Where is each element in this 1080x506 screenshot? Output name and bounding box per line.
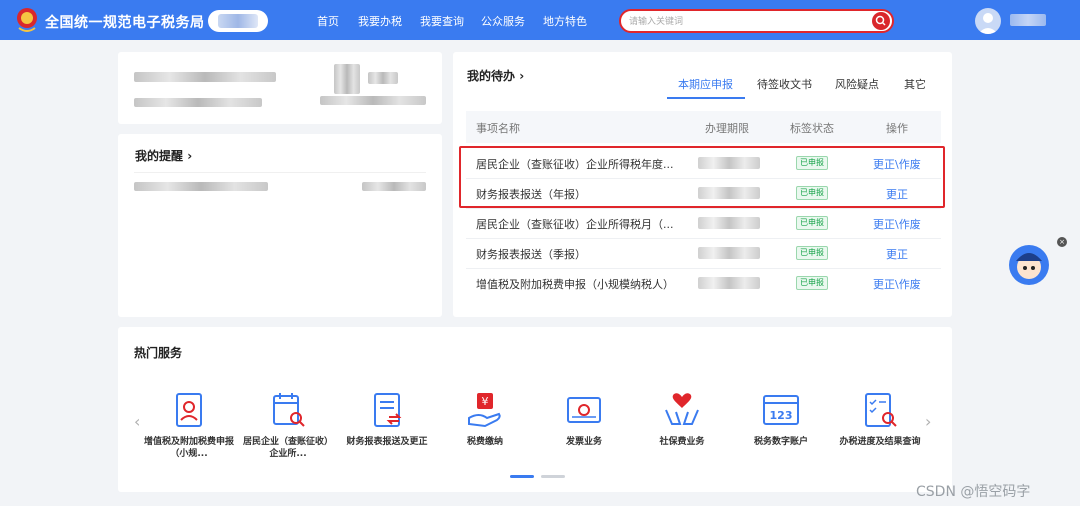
progress-query-icon: [865, 393, 897, 427]
search-icon: [875, 15, 886, 26]
reminder-item-masked: [134, 182, 268, 191]
column-header: 标签状态: [790, 122, 834, 135]
region-switcher[interactable]: [208, 10, 268, 32]
tax-payment-icon: ¥: [468, 393, 501, 428]
profile-card: [118, 52, 442, 124]
chevron-right-icon: ›: [519, 69, 525, 83]
social-security-icon: [665, 393, 699, 425]
app-title: 全国统一规范电子税务局: [45, 15, 205, 31]
search-button[interactable]: [872, 12, 890, 30]
tab-current-declaration[interactable]: 本期应申报: [678, 76, 733, 92]
column-header: 办理期限: [705, 122, 749, 135]
column-header: 事项名称: [476, 122, 520, 135]
user-icon: [978, 13, 998, 34]
carousel-dot[interactable]: [541, 475, 565, 478]
report-exchange-icon: [374, 393, 402, 427]
chevron-right-icon: ›: [187, 149, 193, 163]
service-item[interactable]: 办税进度及结果查询: [835, 390, 925, 448]
deadline-masked: [698, 247, 760, 259]
correct-link[interactable]: 更正: [886, 246, 908, 262]
tax-declaration-icon: [176, 393, 202, 427]
nav-query[interactable]: 我要查询: [420, 13, 464, 29]
search-box: [619, 9, 894, 33]
item-name: 财务报表报送（季报）: [476, 248, 586, 261]
tax-assistant-button[interactable]: [1006, 239, 1052, 287]
table-header: [466, 111, 941, 143]
digital-account-icon: 123: [763, 395, 799, 425]
service-item[interactable]: ¥ 税费缴纳: [440, 390, 530, 448]
active-tab-indicator: [667, 97, 745, 99]
assistant-avatar-icon: [1009, 245, 1049, 285]
deadline-masked: [698, 217, 760, 229]
reminders-card: 我的提醒 ›: [118, 134, 442, 317]
svg-text:123: 123: [770, 409, 793, 422]
correct-void-link[interactable]: 更正\作废: [873, 276, 921, 292]
annotation-highlight-box: [459, 146, 945, 208]
tax-emblem-icon: [17, 8, 37, 32]
status-badge: 已申报: [796, 246, 828, 260]
service-item[interactable]: 社保费业务: [637, 390, 727, 448]
deadline-masked: [698, 277, 760, 289]
invoice-icon: [567, 397, 601, 423]
carousel-next-button[interactable]: ›: [925, 412, 931, 431]
nav-public-service[interactable]: 公众服务: [481, 13, 525, 29]
reminders-title[interactable]: 我的提醒 ›: [135, 147, 192, 164]
carousel-dot-active[interactable]: [510, 475, 534, 478]
service-item[interactable]: 发票业务: [539, 390, 629, 448]
item-name: 增值税及附加税费申报（小规模纳税人）: [476, 278, 674, 291]
user-avatar[interactable]: [975, 8, 1001, 34]
service-item[interactable]: 123 税务数字账户: [736, 390, 826, 448]
correct-void-link[interactable]: 更正\作废: [873, 216, 921, 232]
nav-local-features[interactable]: 地方特色: [543, 13, 587, 29]
nav-home[interactable]: 首页: [317, 13, 339, 29]
status-badge: 已申报: [796, 276, 828, 290]
carousel-prev-button[interactable]: ‹: [134, 412, 140, 431]
tab-risk-doubts[interactable]: 风险疑点: [835, 76, 879, 92]
item-name: 居民企业（查账征收）企业所得税月（...: [476, 218, 674, 231]
close-icon[interactable]: ×: [1057, 237, 1067, 247]
service-item[interactable]: 居民企业（查账征收）企业所...: [243, 390, 333, 460]
hot-services-title: 热门服务: [134, 346, 183, 360]
svg-text:¥: ¥: [482, 395, 489, 408]
top-navbar: 全国统一规范电子税务局 首页 我要办税 我要查询 公众服务 地方特色: [0, 0, 1080, 40]
nav-do-tax[interactable]: 我要办税: [358, 13, 402, 29]
todo-title[interactable]: 我的待办 ›: [467, 67, 524, 84]
status-badge: 已申报: [796, 216, 828, 230]
tab-documents-to-sign[interactable]: 待签收文书: [757, 76, 812, 92]
column-header: 操作: [886, 122, 908, 135]
tab-others[interactable]: 其它: [904, 76, 926, 92]
service-item[interactable]: 增值税及附加税费申报（小规...: [144, 390, 234, 460]
watermark: CSDN @悟空码字: [916, 484, 1031, 500]
username-masked[interactable]: [1010, 14, 1046, 26]
service-item[interactable]: 财务报表报送及更正: [342, 390, 432, 448]
calendar-search-icon: [273, 393, 305, 427]
search-input[interactable]: [629, 14, 869, 29]
